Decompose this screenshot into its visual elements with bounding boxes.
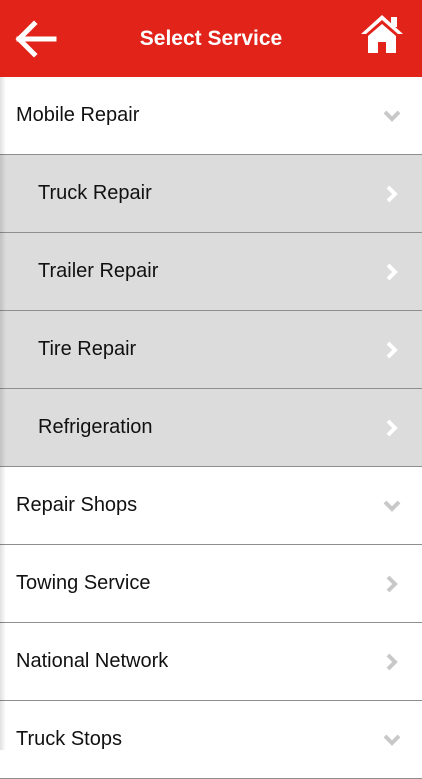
home-button[interactable] xyxy=(359,12,405,56)
service-item-truck-stops[interactable]: Truck Stops xyxy=(0,701,422,779)
chevron-down-icon xyxy=(383,500,401,512)
page-title: Select Service xyxy=(139,26,283,50)
chevron-right-icon xyxy=(386,419,398,436)
service-item-mobile-repair[interactable]: Mobile Repair xyxy=(0,77,422,155)
service-item-towing-service[interactable]: Towing Service xyxy=(0,545,422,623)
service-item-tire-repair[interactable]: Tire Repair xyxy=(0,311,422,389)
service-label: Towing Service xyxy=(16,572,151,594)
service-label: Mobile Repair xyxy=(16,104,140,126)
chevron-right-icon xyxy=(386,575,398,592)
chevron-down-icon xyxy=(383,110,401,122)
service-label: Repair Shops xyxy=(16,494,138,516)
chevron-right-icon xyxy=(386,341,398,358)
service-label: Truck Repair xyxy=(38,182,152,204)
service-item-truck-repair[interactable]: Truck Repair xyxy=(0,155,422,233)
back-button[interactable] xyxy=(12,18,58,60)
service-item-repair-shops[interactable]: Repair Shops xyxy=(0,467,422,545)
arrow-left-icon xyxy=(15,20,57,58)
chevron-right-icon xyxy=(386,653,398,670)
service-item-refrigeration[interactable]: Refrigeration xyxy=(0,389,422,467)
service-label: Truck Stops xyxy=(16,728,122,750)
home-icon xyxy=(361,15,403,53)
chevron-right-icon xyxy=(386,185,398,202)
app-header: Select Service xyxy=(0,0,422,77)
service-list: Mobile Repair Truck Repair Trailer Repai… xyxy=(0,77,422,779)
chevron-right-icon xyxy=(386,263,398,280)
service-label: Trailer Repair xyxy=(38,260,159,282)
service-label: National Network xyxy=(16,650,169,672)
service-label: Refrigeration xyxy=(38,416,153,438)
mobile-repair-submenu: Truck Repair Trailer Repair Tire Repair … xyxy=(0,155,422,467)
service-label: Tire Repair xyxy=(38,338,137,360)
service-item-national-network[interactable]: National Network xyxy=(0,623,422,701)
chevron-down-icon xyxy=(383,734,401,746)
service-item-trailer-repair[interactable]: Trailer Repair xyxy=(0,233,422,311)
